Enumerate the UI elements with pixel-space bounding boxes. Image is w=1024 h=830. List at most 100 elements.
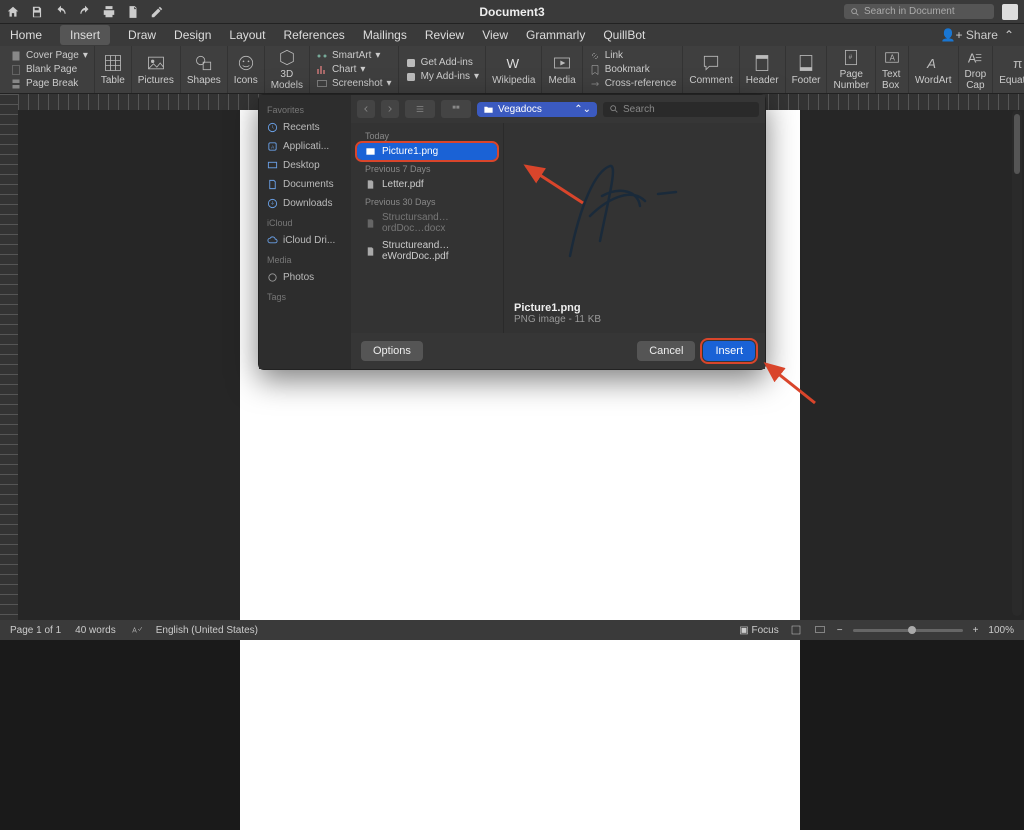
tab-view[interactable]: View — [482, 28, 508, 42]
sidebar-item-photos[interactable]: Photos — [263, 269, 347, 286]
header-button[interactable]: Header — [740, 46, 786, 93]
svg-text:A: A — [890, 54, 896, 63]
wordart-button[interactable]: AWordArt — [909, 46, 959, 93]
wikipedia-button[interactable]: WWikipedia — [486, 46, 542, 93]
nav-back-button[interactable] — [357, 100, 375, 118]
footer-button[interactable]: Footer — [786, 46, 828, 93]
svg-text:π: π — [1013, 56, 1022, 71]
tab-quillbot[interactable]: QuillBot — [603, 28, 645, 42]
sidebar-item-downloads[interactable]: Downloads — [263, 195, 347, 212]
sidebar-item-icloud-drive[interactable]: iCloud Dri... — [263, 232, 347, 249]
text-box-button[interactable]: AText Box — [876, 46, 909, 93]
vertical-scrollbar[interactable] — [1012, 110, 1022, 616]
sidebar-item-applications[interactable]: AApplicati... — [263, 138, 347, 155]
page-icon[interactable] — [126, 5, 140, 19]
folder-selector[interactable]: Vegadocs ⌃⌄ — [477, 102, 597, 117]
save-icon[interactable] — [30, 5, 44, 19]
dialog-search-input[interactable]: Search — [603, 102, 759, 117]
tab-references[interactable]: References — [283, 28, 344, 42]
file-list: Today Picture1.png Previous 7 Days Lette… — [351, 123, 503, 333]
cover-page-button[interactable]: Cover Page ▾ — [10, 50, 88, 62]
user-avatar[interactable] — [1002, 4, 1018, 20]
status-language[interactable]: English (United States) — [156, 625, 258, 636]
doc-file-icon — [365, 218, 376, 229]
image-file-icon — [365, 146, 376, 157]
search-document-input[interactable]: Search in Document — [844, 4, 994, 19]
tab-grammarly[interactable]: Grammarly — [526, 28, 585, 42]
zoom-out-button[interactable]: − — [837, 625, 843, 636]
file-row-pdf2[interactable]: Structureand…eWordDoc..pdf — [357, 237, 497, 265]
document-title: Document3 — [479, 5, 544, 19]
preview-pane: Picture1.png PNG image - 11 KB — [503, 123, 735, 333]
sidebar-head-media: Media — [263, 251, 347, 267]
print-icon[interactable] — [102, 5, 116, 19]
options-button[interactable]: Options — [361, 341, 423, 361]
insert-button[interactable]: Insert — [703, 341, 755, 361]
edit-icon[interactable] — [150, 5, 164, 19]
zoom-slider[interactable] — [853, 629, 963, 632]
preview-filename: Picture1.png — [514, 302, 725, 314]
pdf-file-icon — [365, 246, 376, 257]
cancel-button[interactable]: Cancel — [637, 341, 695, 361]
tab-mailings[interactable]: Mailings — [363, 28, 407, 42]
sidebar-item-documents[interactable]: Documents — [263, 176, 347, 193]
view-mode-button[interactable] — [405, 100, 435, 118]
share-button[interactable]: 👤+ Share — [941, 28, 998, 42]
sidebar-item-desktop[interactable]: Desktop — [263, 157, 347, 174]
screenshot-button[interactable]: Screenshot ▾ — [316, 78, 392, 90]
pictures-button[interactable]: Pictures — [132, 46, 181, 93]
tab-home[interactable]: Home — [10, 28, 42, 42]
3d-models-button[interactable]: 3D Models — [265, 46, 310, 93]
shapes-button[interactable]: Shapes — [181, 46, 228, 93]
link-button[interactable]: Link — [589, 50, 677, 62]
blank-page-button[interactable]: Blank Page — [10, 64, 88, 76]
file-picker-dialog: Favorites Recents AApplicati... Desktop … — [258, 94, 766, 370]
web-layout-icon[interactable] — [813, 624, 827, 636]
comment-button[interactable]: Comment — [683, 46, 739, 93]
home-icon[interactable] — [6, 5, 20, 19]
chart-button[interactable]: Chart ▾ — [316, 64, 392, 76]
group-button[interactable] — [441, 100, 471, 118]
svg-text:A: A — [968, 51, 977, 65]
media-button[interactable]: Media — [542, 46, 582, 93]
ribbon-collapse-icon[interactable]: ⌃ — [1004, 28, 1014, 42]
ribbon: Cover Page ▾ Blank Page Page Break Table… — [0, 46, 1024, 94]
zoom-level[interactable]: 100% — [988, 625, 1014, 636]
focus-mode-button[interactable]: ▣ Focus — [739, 625, 778, 636]
table-button[interactable]: Table — [95, 46, 132, 93]
zoom-in-button[interactable]: + — [973, 625, 979, 636]
status-page[interactable]: Page 1 of 1 — [10, 625, 61, 636]
preview-image — [504, 123, 735, 298]
icons-button[interactable]: Icons — [228, 46, 265, 93]
file-row-docx[interactable]: Structursand…ordDoc…docx — [357, 209, 497, 237]
tab-review[interactable]: Review — [425, 28, 464, 42]
file-category: Today — [357, 127, 497, 143]
drop-cap-button[interactable]: ADrop Cap — [959, 46, 994, 93]
svg-text:W: W — [506, 56, 519, 71]
dialog-sidebar: Favorites Recents AApplicati... Desktop … — [259, 95, 351, 369]
spellcheck-icon[interactable] — [130, 624, 142, 636]
file-row-picture1[interactable]: Picture1.png — [357, 143, 497, 160]
nav-forward-button[interactable] — [381, 100, 399, 118]
sidebar-head-icloud: iCloud — [263, 214, 347, 230]
status-words[interactable]: 40 words — [75, 625, 116, 636]
get-addins-button[interactable]: Get Add-ins — [405, 57, 480, 69]
page-break-button[interactable]: Page Break — [10, 78, 88, 90]
equation-button[interactable]: πEquation — [993, 46, 1024, 93]
svg-text:A: A — [926, 56, 936, 71]
tab-draw[interactable]: Draw — [128, 28, 156, 42]
tab-design[interactable]: Design — [174, 28, 211, 42]
undo-icon[interactable] — [54, 5, 68, 19]
my-addins-button[interactable]: My Add-ins ▾ — [405, 71, 480, 83]
bookmark-button[interactable]: Bookmark — [589, 64, 677, 76]
redo-icon[interactable] — [78, 5, 92, 19]
smartart-button[interactable]: SmartArt ▾ — [316, 50, 392, 62]
tab-layout[interactable]: Layout — [229, 28, 265, 42]
cross-reference-button[interactable]: Cross-reference — [589, 78, 677, 90]
print-layout-icon[interactable] — [789, 624, 803, 636]
svg-text:#: # — [849, 54, 853, 61]
file-row-letter[interactable]: Letter.pdf — [357, 176, 497, 193]
page-number-button[interactable]: #Page Number — [827, 46, 876, 93]
sidebar-item-recents[interactable]: Recents — [263, 119, 347, 136]
tab-insert[interactable]: Insert — [60, 25, 110, 45]
